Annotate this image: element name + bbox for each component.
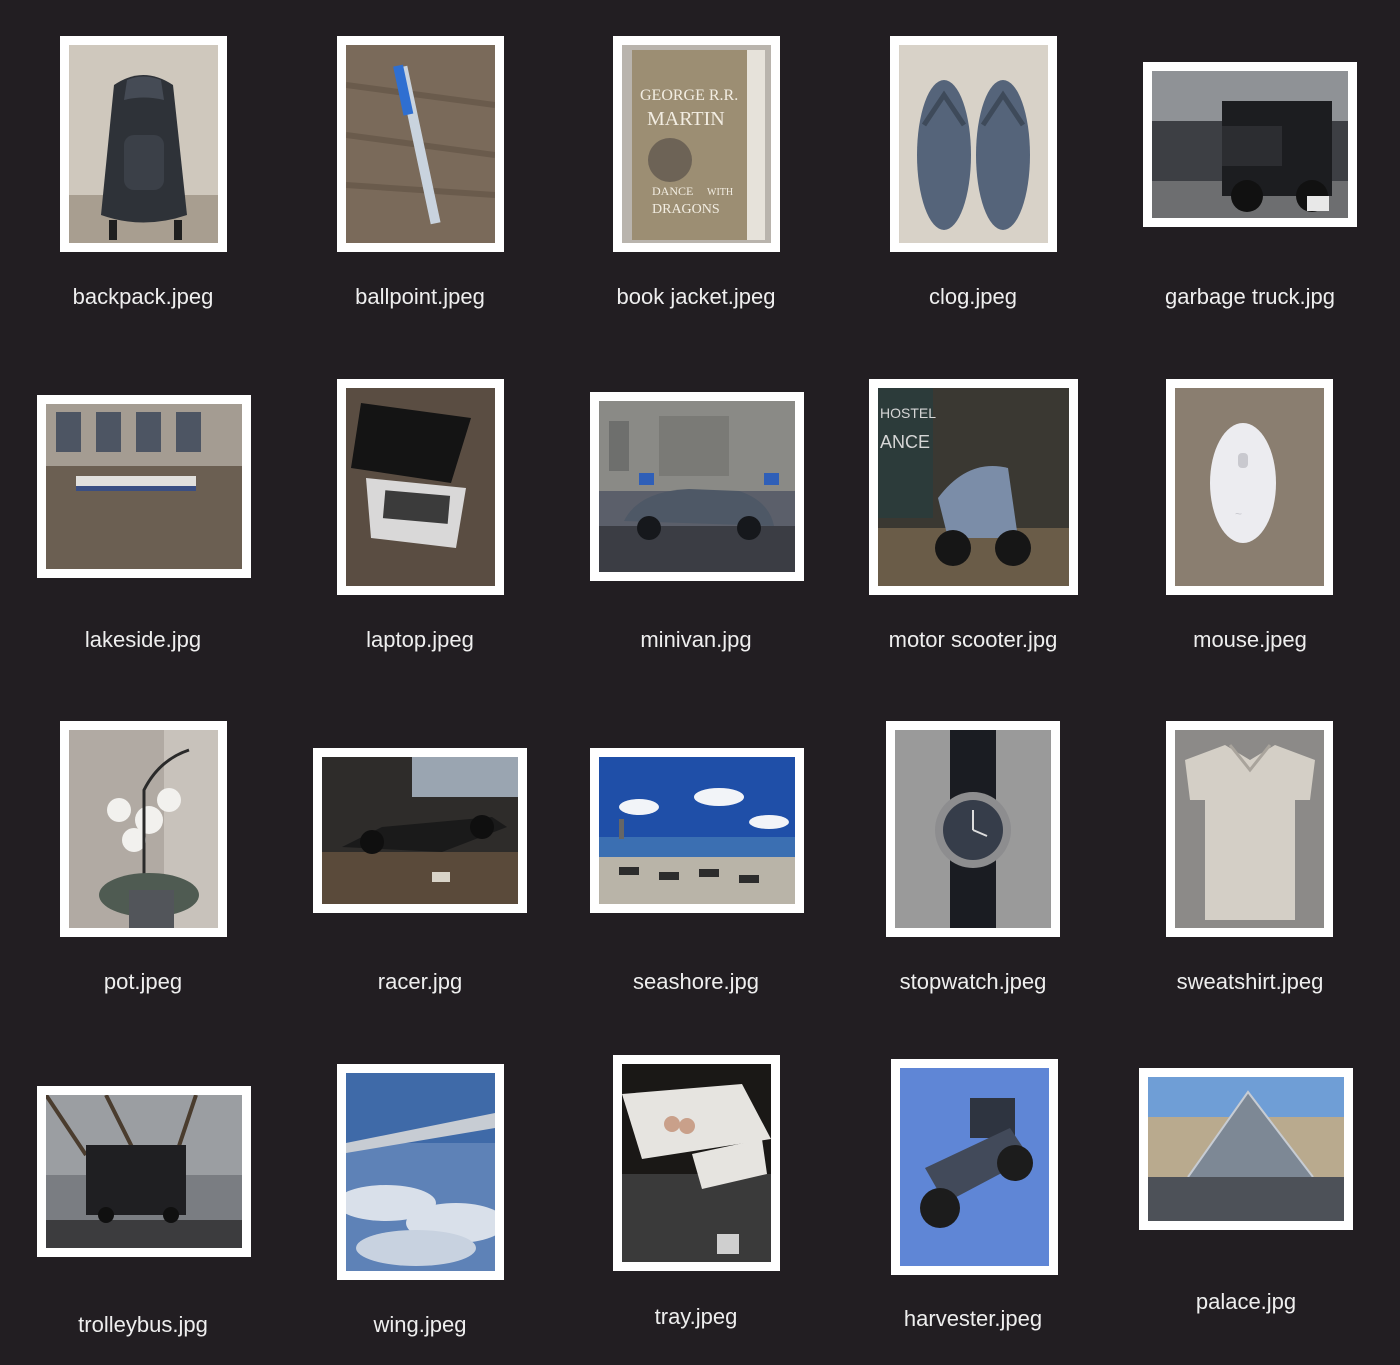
truck-photo-thumbnail[interactable]: [1143, 62, 1357, 227]
file-name-label: garbage truck.jpg: [1165, 284, 1335, 309]
bus-photo-thumbnail[interactable]: [37, 1086, 251, 1257]
svg-text:MARTIN: MARTIN: [647, 108, 725, 130]
tractor-photo-thumbnail[interactable]: [891, 1059, 1058, 1275]
file-name-label: stopwatch.jpeg: [899, 969, 1047, 994]
pyramid-photo-thumbnail[interactable]: [1139, 1068, 1353, 1230]
orchid-pot-photo-thumbnail[interactable]: [60, 721, 227, 937]
book-photo-thumbnail[interactable]: GEORGE R.R. MARTIN DANCE WITH DRAGONS: [613, 36, 780, 252]
file-name-label: mouse.jpeg: [1193, 627, 1307, 652]
file-name-label: ballpoint.jpeg: [355, 284, 485, 309]
svg-text:WITH: WITH: [707, 187, 733, 198]
file-name-label: lakeside.jpg: [84, 627, 202, 652]
scooter-photo-thumbnail[interactable]: HOSTEL ANCE: [869, 379, 1078, 595]
tray-photo-thumbnail[interactable]: [613, 1055, 780, 1271]
file-name-label: racer.jpg: [377, 969, 463, 994]
file-name-label: palace.jpg: [1195, 1289, 1297, 1314]
file-name-label: backpack.jpeg: [72, 284, 214, 309]
file-name-label: trolleybus.jpg: [78, 1312, 208, 1337]
file-name-label: tray.jpeg: [654, 1304, 738, 1329]
svg-text:ANCE: ANCE: [880, 432, 930, 452]
race-car-photo-thumbnail[interactable]: [313, 748, 527, 913]
file-name-label: pot.jpeg: [103, 969, 183, 994]
beach-photo-thumbnail[interactable]: [590, 748, 804, 913]
file-name-label: seashore.jpg: [633, 969, 759, 994]
canal-boat-photo-thumbnail[interactable]: [37, 395, 251, 578]
svg-text:~: ~: [1235, 507, 1242, 521]
svg-text:HOSTEL: HOSTEL: [880, 405, 936, 421]
file-name-label: sweatshirt.jpeg: [1176, 969, 1324, 994]
file-name-label: laptop.jpeg: [366, 627, 474, 652]
file-name-label: clog.jpeg: [928, 284, 1018, 309]
file-name-label: motor scooter.jpg: [888, 627, 1058, 652]
mouse-photo-thumbnail[interactable]: ~: [1166, 379, 1333, 595]
file-name-label: book jacket.jpeg: [616, 284, 776, 309]
car-photo-thumbnail[interactable]: [590, 392, 804, 581]
shirt-photo-thumbnail[interactable]: [1166, 721, 1333, 937]
backpack-photo-thumbnail[interactable]: [60, 36, 227, 252]
svg-text:DRAGONS: DRAGONS: [652, 202, 720, 217]
svg-text:DANCE: DANCE: [652, 184, 693, 198]
ballpoint-pen-photo-thumbnail[interactable]: [337, 36, 504, 252]
svg-text:GEORGE R.R.: GEORGE R.R.: [640, 87, 738, 104]
file-name-label: wing.jpeg: [373, 1312, 467, 1337]
watch-photo-thumbnail[interactable]: [886, 721, 1060, 937]
file-name-label: minivan.jpg: [640, 627, 752, 652]
airplane-wing-photo-thumbnail[interactable]: [337, 1064, 504, 1280]
flip-flops-photo-thumbnail[interactable]: [890, 36, 1057, 252]
file-name-label: harvester.jpeg: [903, 1306, 1043, 1331]
file-browser-icon-view: { "files": [ {"name": "backpack.jpeg", "…: [0, 0, 1400, 1365]
laptop-photo-thumbnail[interactable]: [337, 379, 504, 595]
